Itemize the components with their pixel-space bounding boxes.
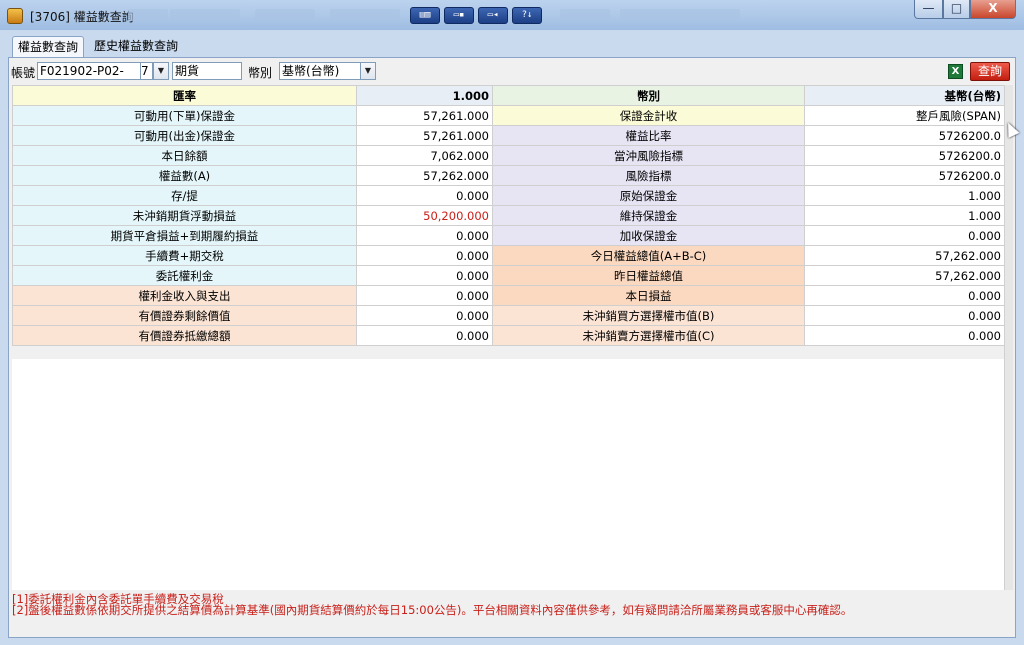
maximize-button[interactable]: □ — [943, 0, 970, 19]
background-tab[interactable] — [560, 9, 610, 21]
table-row: 權利金收入與支出 0.000 本日損益 0.000 — [12, 285, 1005, 306]
app-icon — [7, 8, 23, 24]
exchange-rate-label: 匯率 — [12, 85, 357, 106]
row-left-label: 有價證券剩餘價值 — [12, 305, 357, 326]
row-left-value: 0.000 — [356, 185, 493, 206]
row-left-label: 可動用(出金)保證金 — [12, 125, 357, 146]
row-left-value: 7,062.000 — [356, 145, 493, 166]
row-right-label: 昨日權益總值 — [492, 265, 805, 286]
market-field[interactable]: 期貨 — [172, 62, 242, 80]
row-right-value: 5726200.0 — [804, 145, 1005, 166]
background-tab[interactable] — [170, 9, 240, 21]
row-right-value: 1.000 — [804, 185, 1005, 206]
row-left-value: 0.000 — [356, 225, 493, 246]
filter-bar: 帳號 F021902-P02- 7 ▼ 期貨 幣別 基幣(台幣) ▼ X 查詢 — [8, 58, 1016, 84]
table-row: 可動用(下單)保證金 57,261.000 保證金計收 整戶風險(SPAN) — [12, 105, 1005, 126]
minimize-button[interactable]: — — [914, 0, 943, 19]
chevron-down-icon[interactable]: ▼ — [153, 62, 169, 80]
video-icon[interactable]: ▭◂ — [478, 7, 508, 24]
row-left-label: 未沖銷期貨浮動損益 — [12, 205, 357, 226]
table-row: 存/提 0.000 原始保證金 1.000 — [12, 185, 1005, 206]
table-row: 可動用(出金)保證金 57,261.000 權益比率 5726200.0 — [12, 125, 1005, 146]
background-tab[interactable] — [330, 9, 400, 21]
row-right-value: 0.000 — [804, 305, 1005, 326]
row-right-label: 未沖銷買方選擇權市值(B) — [492, 305, 805, 326]
row-right-value: 5726200.0 — [804, 165, 1005, 186]
footnotes: [1]委託權利金內含委託單手續費及交易稅 [2]盤後權益數係依期交所提供之結算價… — [12, 590, 1012, 634]
tab-history-equity-query[interactable]: 歷史權益數查詢 — [89, 36, 183, 57]
row-left-label: 權利金收入與支出 — [12, 285, 357, 306]
close-button[interactable]: X — [970, 0, 1016, 19]
row-right-value: 整戶風險(SPAN) — [804, 105, 1005, 126]
row-right-value: 1.000 — [804, 205, 1005, 226]
background-tab[interactable] — [255, 9, 315, 21]
account-label: 帳號 — [11, 66, 36, 80]
row-left-label: 存/提 — [12, 185, 357, 206]
row-left-label: 權益數(A) — [12, 165, 357, 186]
currency-header-label: 幣別 — [492, 85, 805, 106]
row-right-value: 57,262.000 — [804, 265, 1005, 286]
row-left-value: 0.000 — [356, 285, 493, 306]
window-title: [3706] 權益數查詢 — [30, 10, 134, 24]
table-row: 權益數(A) 57,262.000 風險指標 5726200.0 — [12, 165, 1005, 186]
row-right-label: 當沖風險指標 — [492, 145, 805, 166]
background-tab[interactable] — [128, 9, 168, 21]
row-right-label: 保證金計收 — [492, 105, 805, 126]
row-right-label: 加收保證金 — [492, 225, 805, 246]
row-right-label: 本日損益 — [492, 285, 805, 306]
scrollbar[interactable] — [1004, 85, 1013, 590]
row-left-value: 0.000 — [356, 325, 493, 346]
monitor-icon[interactable]: ▭▪ — [444, 7, 474, 24]
row-right-label: 風險指標 — [492, 165, 805, 186]
account-field[interactable]: F021902-P02- — [37, 62, 141, 80]
table-row: 有價證券抵繳總額 0.000 未沖銷賣方選擇權市值(C) 0.000 — [12, 325, 1005, 346]
row-left-label: 有價證券抵繳總額 — [12, 325, 357, 346]
equity-table: 匯率 1.000 幣別 基幣(台幣) 可動用(下單)保證金 57,261.000 保… — [12, 85, 1005, 346]
currency-label: 幣別 — [248, 66, 273, 80]
row-left-label: 委託權利金 — [12, 265, 357, 286]
row-left-value: 0.000 — [356, 265, 493, 286]
table-row: 期貨平倉損益+到期履約損益 0.000 加收保證金 0.000 — [12, 225, 1005, 246]
row-right-label: 未沖銷賣方選擇權市值(C) — [492, 325, 805, 346]
row-left-value: 0.000 — [356, 245, 493, 266]
footnote-2: [2]盤後權益數係依期交所提供之結算價為計算基準(國內期貨結算價約於每日15:0… — [12, 603, 853, 617]
help-icon[interactable]: ?↓ — [512, 7, 542, 24]
layout-icon[interactable]: ▤▥ — [410, 7, 440, 24]
currency-header-value: 基幣(台幣) — [804, 85, 1005, 106]
query-button[interactable]: 查詢 — [970, 62, 1010, 81]
table-row: 本日餘額 7,062.000 當沖風險指標 5726200.0 — [12, 145, 1005, 166]
account-suffix: 7 — [141, 62, 153, 80]
row-left-value: 50,200.000 — [356, 205, 493, 226]
tab-equity-query[interactable]: 權益數查詢 — [12, 36, 85, 57]
row-right-value: 0.000 — [804, 285, 1005, 306]
row-left-value: 57,261.000 — [356, 125, 493, 146]
row-right-value: 0.000 — [804, 225, 1005, 246]
background-tab[interactable] — [620, 9, 740, 21]
row-right-value: 57,262.000 — [804, 245, 1005, 266]
row-left-value: 0.000 — [356, 305, 493, 326]
row-left-label: 期貨平倉損益+到期履約損益 — [12, 225, 357, 246]
table-row: 手續費+期交稅 0.000 今日權益總值(A+B-C) 57,262.000 — [12, 245, 1005, 266]
empty-area — [12, 359, 1004, 590]
table-row: 未沖銷期貨浮動損益 50,200.000 維持保證金 1.000 — [12, 205, 1005, 226]
row-left-label: 可動用(下單)保證金 — [12, 105, 357, 126]
row-left-label: 手續費+期交稅 — [12, 245, 357, 266]
row-right-value: 0.000 — [804, 325, 1005, 346]
table-header-row: 匯率 1.000 幣別 基幣(台幣) — [12, 85, 1005, 106]
row-right-label: 今日權益總值(A+B-C) — [492, 245, 805, 266]
row-left-value: 57,261.000 — [356, 105, 493, 126]
row-left-value: 57,262.000 — [356, 165, 493, 186]
chevron-down-icon[interactable]: ▼ — [360, 62, 376, 80]
row-right-label: 維持保證金 — [492, 205, 805, 226]
table-row: 有價證券剩餘價值 0.000 未沖銷買方選擇權市值(B) 0.000 — [12, 305, 1005, 326]
currency-select[interactable]: 基幣(台幣) — [279, 62, 361, 80]
title-bar: [3706] 權益數查詢 ▤▥ ▭▪ ▭◂ ?↓ — □ X — [0, 0, 1024, 30]
table-row: 委託權利金 0.000 昨日權益總值 57,262.000 — [12, 265, 1005, 286]
excel-icon[interactable]: X — [948, 64, 963, 79]
row-right-value: 5726200.0 — [804, 125, 1005, 146]
row-right-label: 原始保證金 — [492, 185, 805, 206]
exchange-rate-value: 1.000 — [356, 85, 493, 106]
row-left-label: 本日餘額 — [12, 145, 357, 166]
row-right-label: 權益比率 — [492, 125, 805, 146]
